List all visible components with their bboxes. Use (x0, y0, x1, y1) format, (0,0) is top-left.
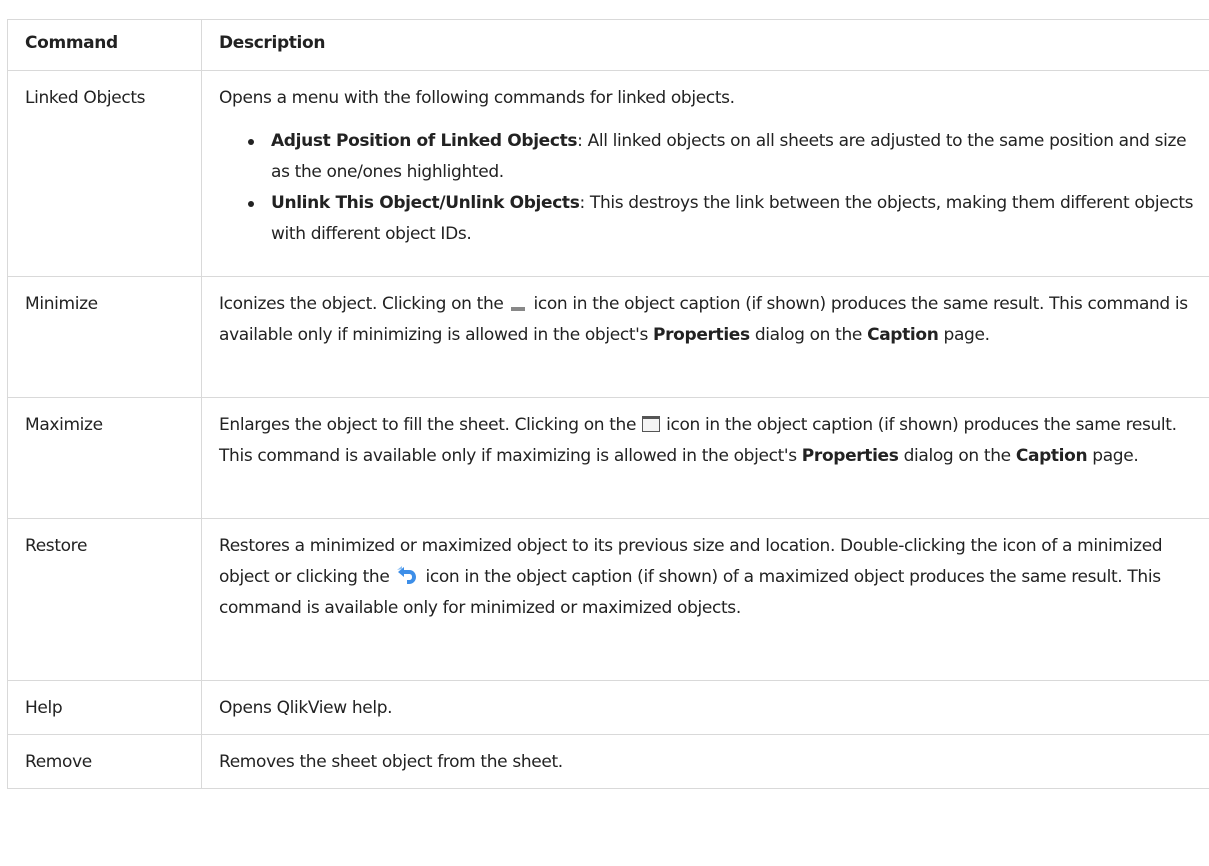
term-properties: Properties (801, 446, 899, 466)
table-row: Restore Restores a minimized or maximize… (7, 518, 1209, 681)
description-intro: Opens a menu with the following commands… (219, 88, 735, 108)
table-row: Help Opens QlikView help. (7, 680, 1209, 735)
command-cell-remove: Remove (7, 734, 202, 789)
description-cell-help: Opens QlikView help. (201, 680, 1209, 735)
table-row: Remove Removes the sheet object from the… (7, 734, 1209, 789)
term-properties: Properties (653, 325, 750, 345)
bullet-term: Unlink This Object/Unlink Objects (271, 193, 580, 213)
command-cell-minimize: Minimize (7, 276, 202, 398)
description-cell-maximize: Enlarges the object to fill the sheet. C… (201, 397, 1209, 519)
command-cell-restore: Restore (7, 518, 202, 681)
restore-icon (395, 566, 419, 586)
header-description: Description (201, 19, 1209, 71)
command-cell-maximize: Maximize (7, 397, 202, 519)
list-item: Adjust Position of Linked Objects: All l… (248, 126, 1197, 188)
term-caption: Caption (1015, 446, 1088, 466)
description-cell-minimize: Iconizes the object. Clicking on the icon… (201, 276, 1209, 398)
maximize-icon (642, 416, 661, 432)
command-cell-help: Help (7, 680, 202, 735)
command-table: Command Description Linked Objects Opens… (7, 19, 1209, 789)
header-command: Command (7, 19, 202, 71)
bullet-list: Adjust Position of Linked Objects: All l… (219, 126, 1197, 250)
bullet-term: Adjust Position of Linked Objects (271, 131, 578, 151)
description-cell-restore: Restores a minimized or maximized object… (201, 518, 1209, 681)
list-item: Unlink This Object/Unlink Objects: This … (248, 188, 1197, 250)
description-cell-linked-objects: Opens a menu with the following commands… (201, 70, 1209, 277)
table-row: Linked Objects Opens a menu with the fol… (7, 70, 1209, 277)
table-row: Minimize Iconizes the object. Clicking o… (7, 276, 1209, 398)
term-caption: Caption (867, 325, 939, 345)
table-row: Maximize Enlarges the object to fill the… (7, 397, 1209, 519)
minimize-icon (511, 307, 526, 311)
table-header-row: Command Description (7, 19, 1209, 71)
command-cell-linked-objects: Linked Objects (7, 70, 202, 277)
description-cell-remove: Removes the sheet object from the sheet. (201, 734, 1209, 789)
